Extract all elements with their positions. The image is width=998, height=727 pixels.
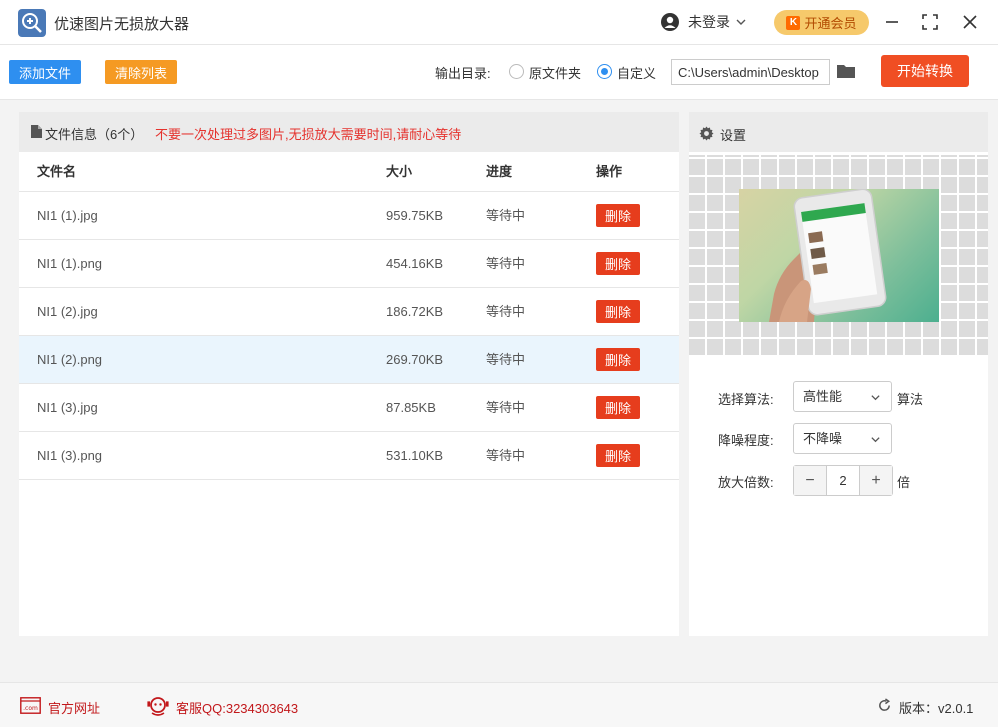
scale-suffix: 倍 bbox=[897, 475, 911, 490]
radio-custom-folder[interactable] bbox=[597, 64, 612, 79]
header-filename: 文件名 bbox=[37, 164, 77, 179]
file-list-panel: 文件信息（6个） 不要一次处理过多图片,无损放大需要时间,请耐心等待 文件名 大… bbox=[19, 112, 679, 636]
user-menu[interactable]: 未登录 bbox=[660, 10, 747, 34]
vip-label: 开通会员 bbox=[804, 16, 857, 31]
delete-button[interactable]: 删除 bbox=[596, 348, 640, 371]
preview-image bbox=[739, 189, 939, 322]
clear-list-button[interactable]: 清除列表 bbox=[105, 60, 177, 84]
radio-original-label: 原文件夹 bbox=[529, 66, 582, 81]
chevron-down-icon bbox=[871, 437, 880, 443]
file-name: NI1 (1).png bbox=[37, 256, 103, 271]
table-row[interactable]: NI1 (1).jpg 959.75KB 等待中 删除 bbox=[19, 192, 679, 240]
file-table-header: 文件名 大小 进度 操作 bbox=[19, 152, 679, 192]
file-name: NI1 (2).jpg bbox=[37, 304, 98, 319]
title-bar: 优速图片无损放大器 未登录 K 开通会员 bbox=[0, 0, 998, 45]
file-size: 186.72KB bbox=[386, 304, 444, 319]
official-website-link[interactable]: 官方网址 bbox=[48, 698, 100, 717]
delete-button[interactable]: 删除 bbox=[596, 444, 640, 467]
vip-badge-icon: K bbox=[786, 15, 801, 30]
settings-panel: 设置 选择算法: 高性能 算法 降噪程度: 不降噪 放大倍数: − 2 + 倍 bbox=[689, 112, 988, 636]
denoise-value: 不降噪 bbox=[803, 431, 843, 446]
vip-button[interactable]: K 开通会员 bbox=[774, 10, 869, 35]
scale-decrease-button[interactable]: − bbox=[794, 466, 826, 495]
file-count-label: 文件信息（6个） bbox=[45, 127, 144, 142]
file-name: NI1 (1).jpg bbox=[37, 208, 98, 223]
radio-original-folder[interactable] bbox=[509, 64, 524, 79]
radio-custom-label: 自定义 bbox=[617, 66, 657, 81]
file-info-header: 文件信息（6个） 不要一次处理过多图片,无损放大需要时间,请耐心等待 bbox=[19, 112, 679, 152]
algorithm-suffix: 算法 bbox=[897, 392, 924, 407]
delete-button[interactable]: 删除 bbox=[596, 204, 640, 227]
add-file-button[interactable]: 添加文件 bbox=[9, 60, 81, 84]
user-name: 未登录 bbox=[688, 14, 730, 30]
file-status: 等待中 bbox=[486, 448, 526, 463]
customer-service-icon bbox=[147, 697, 169, 716]
app-logo-icon bbox=[18, 9, 46, 37]
scale-stepper: − 2 + bbox=[793, 465, 893, 496]
close-icon[interactable] bbox=[959, 11, 981, 33]
document-icon bbox=[31, 125, 42, 138]
user-avatar-icon bbox=[661, 13, 679, 31]
file-status: 等待中 bbox=[486, 352, 526, 367]
scale-label: 放大倍数: bbox=[718, 475, 774, 490]
algorithm-value: 高性能 bbox=[803, 389, 843, 404]
scale-value[interactable]: 2 bbox=[826, 466, 860, 495]
delete-button[interactable]: 删除 bbox=[596, 396, 640, 419]
denoise-label: 降噪程度: bbox=[718, 433, 774, 448]
file-name: NI1 (3).png bbox=[37, 448, 103, 463]
footer: .com 官方网址 客服QQ:3234303643 版本：v2.0.1 bbox=[0, 682, 998, 727]
table-row[interactable]: NI1 (1).png 454.16KB 等待中 删除 bbox=[19, 240, 679, 288]
denoise-select[interactable]: 不降噪 bbox=[793, 423, 892, 454]
toolbar: 添加文件 清除列表 输出目录: 原文件夹 自定义 开始转换 bbox=[0, 45, 998, 100]
version-label: 版本：v2.0.1 bbox=[899, 701, 974, 716]
file-status: 等待中 bbox=[486, 304, 526, 319]
table-row[interactable]: NI1 (3).jpg 87.85KB 等待中 删除 bbox=[19, 384, 679, 432]
phone-in-hand-image bbox=[769, 189, 887, 322]
delete-button[interactable]: 删除 bbox=[596, 252, 640, 275]
algorithm-select[interactable]: 高性能 bbox=[793, 381, 892, 412]
folder-icon[interactable] bbox=[836, 63, 856, 79]
file-status: 等待中 bbox=[486, 400, 526, 415]
processing-warning: 不要一次处理过多图片,无损放大需要时间,请耐心等待 bbox=[155, 127, 462, 142]
table-row[interactable]: NI1 (3).png 531.10KB 等待中 删除 bbox=[19, 432, 679, 480]
app-title: 优速图片无损放大器 bbox=[54, 16, 190, 33]
maximize-icon[interactable] bbox=[919, 11, 941, 33]
start-convert-button[interactable]: 开始转换 bbox=[881, 55, 969, 87]
file-name: NI1 (2).png bbox=[37, 352, 103, 367]
settings-header: 设置 bbox=[689, 112, 988, 152]
file-size: 269.70KB bbox=[386, 352, 444, 367]
file-size: 454.16KB bbox=[386, 256, 444, 271]
file-size: 531.10KB bbox=[386, 448, 444, 463]
file-status: 等待中 bbox=[486, 256, 526, 271]
table-row-selected[interactable]: NI1 (2).png 269.70KB 等待中 删除 bbox=[19, 336, 679, 384]
delete-button[interactable]: 删除 bbox=[596, 300, 640, 323]
scale-increase-button[interactable]: + bbox=[860, 466, 892, 495]
refresh-icon bbox=[879, 698, 891, 711]
header-action: 操作 bbox=[596, 164, 623, 179]
minimize-icon[interactable] bbox=[881, 11, 903, 33]
settings-title: 设置 bbox=[720, 128, 747, 143]
svg-text:.com: .com bbox=[23, 705, 38, 712]
chevron-down-icon bbox=[871, 395, 880, 401]
output-path-input[interactable] bbox=[671, 59, 830, 85]
file-status: 等待中 bbox=[486, 208, 526, 223]
website-icon: .com bbox=[20, 697, 41, 714]
file-size: 87.85KB bbox=[386, 400, 436, 415]
header-size: 大小 bbox=[386, 164, 413, 179]
file-size: 959.75KB bbox=[386, 208, 444, 223]
file-name: NI1 (3).jpg bbox=[37, 400, 98, 415]
output-dir-label: 输出目录: bbox=[435, 66, 491, 81]
header-progress: 进度 bbox=[486, 164, 513, 179]
chevron-down-icon bbox=[736, 19, 746, 25]
table-row[interactable]: NI1 (2).jpg 186.72KB 等待中 删除 bbox=[19, 288, 679, 336]
customer-service-qq[interactable]: 客服QQ:3234303643 bbox=[176, 698, 298, 717]
algorithm-label: 选择算法: bbox=[718, 392, 774, 407]
gear-icon bbox=[699, 126, 714, 141]
